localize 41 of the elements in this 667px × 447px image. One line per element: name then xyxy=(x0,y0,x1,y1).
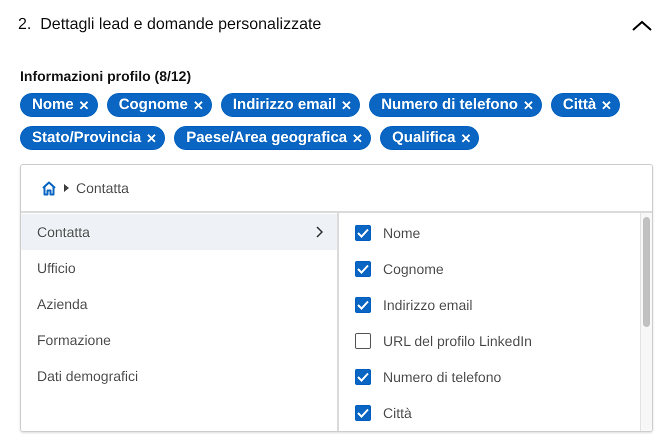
breadcrumb-item: Contatta xyxy=(76,178,129,198)
checkbox[interactable] xyxy=(355,297,371,313)
remove-button[interactable]: ✕ xyxy=(146,132,158,144)
remove-button[interactable]: ✕ xyxy=(601,98,612,112)
tag-label: Città xyxy=(562,94,596,115)
tag-label: Numero di telefono xyxy=(381,94,518,115)
tag-label: Qualifica xyxy=(392,128,456,148)
checkbox-label: Città xyxy=(383,404,412,422)
checkbox[interactable] xyxy=(355,369,371,385)
tag-label: Cognome xyxy=(118,94,188,115)
remove-button[interactable]: ✕ xyxy=(522,98,534,112)
tag-label: Indirizzo email xyxy=(232,94,336,115)
remove-button[interactable]: ✕ xyxy=(352,132,364,144)
checkbox-label: Indirizzo email xyxy=(383,296,472,314)
checkbox[interactable] xyxy=(355,261,371,277)
remove-button[interactable]: ✕ xyxy=(341,98,352,112)
category-item[interactable]: Ufficio xyxy=(21,250,337,286)
checkbox-label: URL del profilo LinkedIn xyxy=(383,332,532,351)
category-item[interactable]: Formazione xyxy=(21,322,337,358)
remove-button[interactable]: ✕ xyxy=(460,132,472,144)
scrollbar[interactable] xyxy=(640,213,652,431)
category-item[interactable]: Dati demografici xyxy=(21,358,337,394)
checkbox-label: Numero di telefono xyxy=(383,368,502,386)
tag-label: Nome xyxy=(32,94,74,115)
checkbox[interactable] xyxy=(355,225,371,241)
category-item[interactable]: Azienda xyxy=(21,286,337,322)
remove-button[interactable]: ✕ xyxy=(192,98,204,112)
chevron-up-icon xyxy=(632,20,652,30)
tag-label: Paese/Area geografica xyxy=(186,128,348,148)
tag-label: Stato/Provincia xyxy=(32,128,142,148)
checkbox[interactable] xyxy=(355,333,371,349)
checkbox-label: Cognome xyxy=(383,260,444,279)
home-icon[interactable] xyxy=(41,180,57,196)
checkbox[interactable] xyxy=(355,405,371,421)
checkbox-label: Nome xyxy=(383,224,420,242)
category-item[interactable]: Contatta xyxy=(21,214,337,250)
section-title: 2. Dettagli lead e domande personalizzate xyxy=(18,15,322,35)
field-label: Informazioni profilo (8/12) xyxy=(19,67,192,86)
chevron-right-icon xyxy=(316,226,323,238)
caret-icon xyxy=(64,184,69,192)
remove-button[interactable]: ✕ xyxy=(78,98,90,112)
